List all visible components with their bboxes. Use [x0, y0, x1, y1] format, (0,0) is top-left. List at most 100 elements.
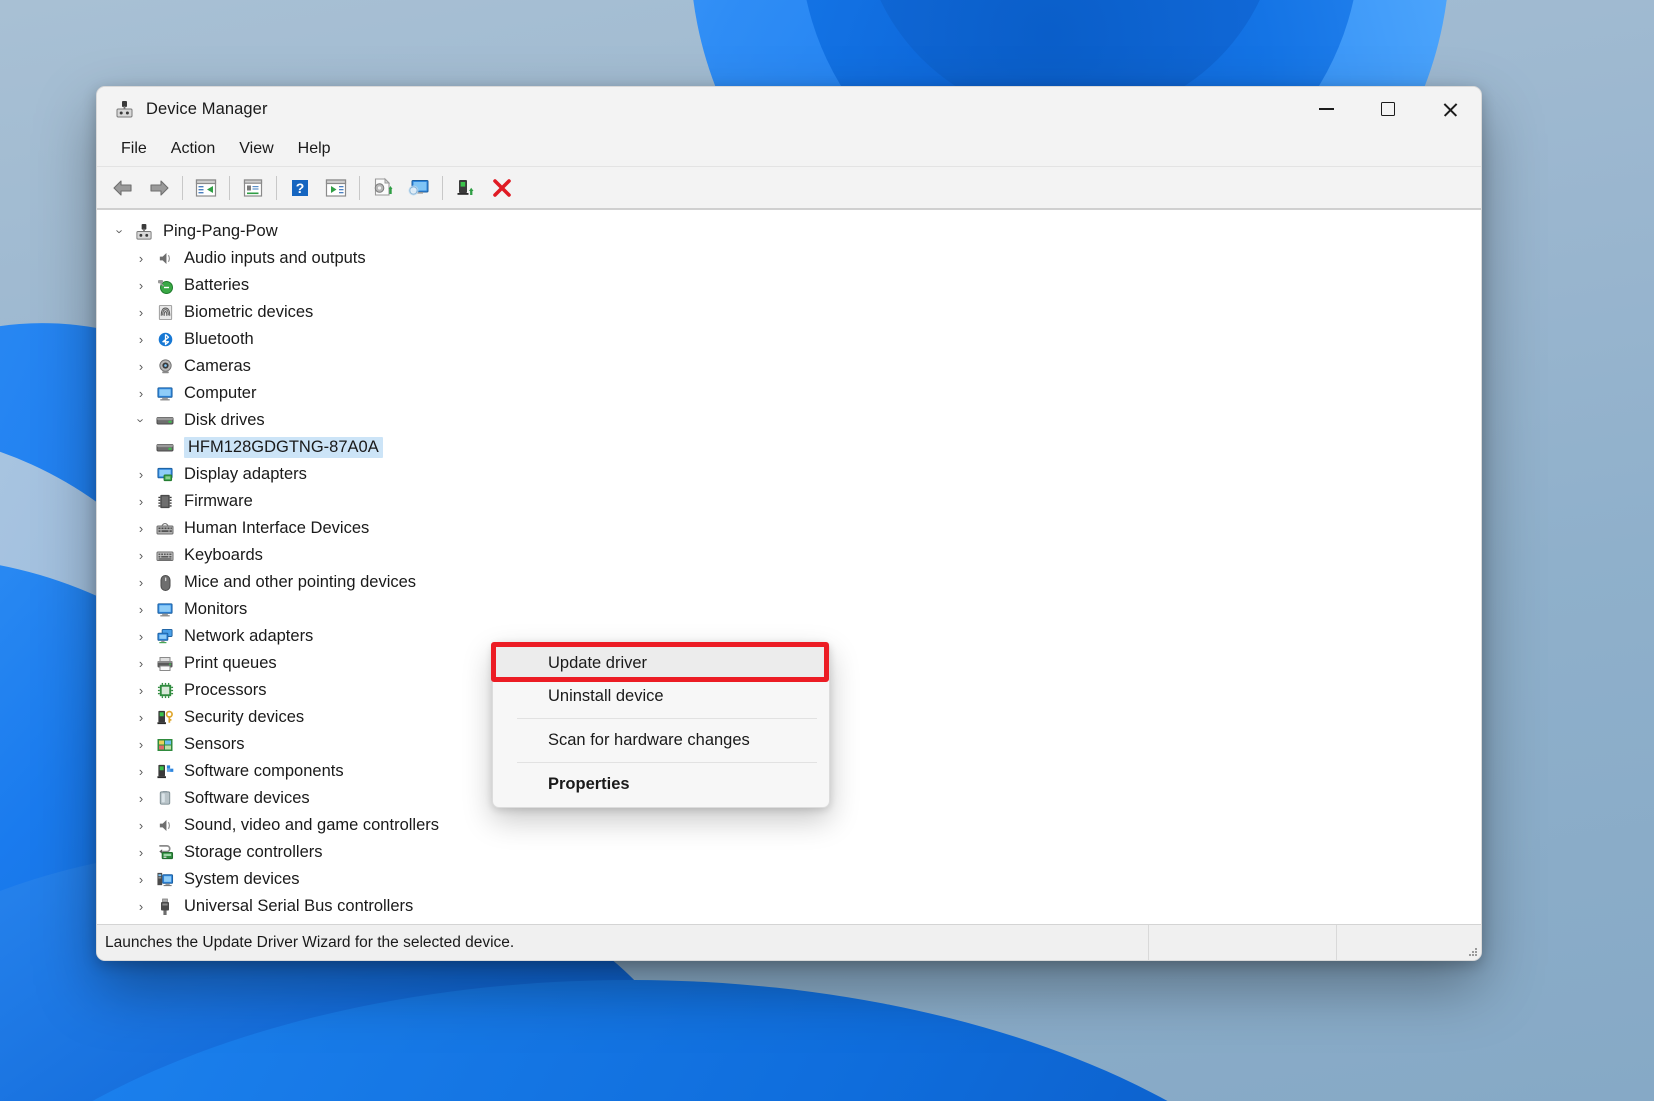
tree-node-label: Display adapters	[184, 465, 307, 484]
chevron-right-icon[interactable]: ›	[128, 873, 154, 886]
back-button[interactable]	[105, 171, 141, 205]
forward-arrow-icon	[150, 179, 169, 196]
chevron-right-icon[interactable]: ›	[128, 495, 154, 508]
help-button[interactable]: ?	[282, 171, 318, 205]
tree-node-label: HFM128GDGTNG-87A0A	[184, 436, 383, 459]
tree-node-system-devices[interactable]: › System devices	[97, 866, 1481, 893]
tree-node-biometric-devices[interactable]: › Biometric devices	[97, 299, 1481, 326]
tree-node-label: Computer	[184, 384, 257, 403]
tree-node-mice-and-other-pointing-devices[interactable]: › Mice and other pointing devices	[97, 569, 1481, 596]
tree-node-label: Software components	[184, 762, 344, 781]
chevron-right-icon[interactable]: ›	[128, 792, 154, 805]
chevron-right-icon[interactable]: ›	[128, 738, 154, 751]
disk-drive-icon	[154, 438, 176, 458]
chevron-right-icon[interactable]: ›	[128, 765, 154, 778]
tree-node-root[interactable]: › Ping-Pang-Pow	[97, 218, 1481, 245]
chevron-right-icon[interactable]: ›	[128, 549, 154, 562]
tree-node-label: Audio inputs and outputs	[184, 249, 366, 268]
tree-node-universal-serial-bus-controllers[interactable]: › Universal Serial Bus controllers	[97, 893, 1481, 920]
tree-node-label: Ping-Pang-Pow	[163, 222, 278, 241]
update-driver-icon	[374, 177, 393, 196]
back-arrow-icon	[113, 179, 132, 196]
wallpaper-petal-bottom	[0, 980, 1380, 1101]
chevron-right-icon[interactable]: ›	[128, 387, 154, 400]
tree-node-label: Security devices	[184, 708, 305, 727]
uninstall-device-button[interactable]	[484, 171, 520, 205]
menu-view[interactable]: View	[227, 136, 285, 162]
tree-node-sound-video-and-game-controllers[interactable]: › Sound, video and game controllers	[97, 812, 1481, 839]
properties-button[interactable]	[235, 171, 271, 205]
menu-help[interactable]: Help	[286, 136, 343, 162]
scan-hardware-icon	[325, 178, 347, 197]
chevron-right-icon[interactable]: ›	[128, 657, 154, 670]
maximize-button[interactable]	[1357, 87, 1419, 131]
device-tree: › Ping-Pang-Pow › Audio inputs and outpu…	[97, 210, 1481, 924]
chevron-right-icon[interactable]: ›	[128, 846, 154, 859]
chevron-right-icon[interactable]: ›	[128, 333, 154, 346]
properties-window-icon	[243, 178, 263, 197]
toolbar-separator	[229, 175, 230, 200]
context-menu-separator	[517, 762, 817, 763]
camera-icon	[154, 357, 176, 377]
fingerprint-icon	[154, 303, 176, 323]
chevron-right-icon[interactable]: ›	[128, 576, 154, 589]
scan-for-hardware-changes-button[interactable]	[318, 171, 354, 205]
chevron-right-icon[interactable]: ›	[128, 468, 154, 481]
chevron-right-icon[interactable]: ›	[128, 630, 154, 643]
chevron-right-icon[interactable]: ›	[128, 279, 154, 292]
tree-node-human-interface-devices[interactable]: › Human Interface Devices	[97, 515, 1481, 542]
chevron-down-icon[interactable]: ›	[128, 414, 154, 427]
chevron-right-icon[interactable]: ›	[128, 900, 154, 913]
tree-node-disk-drives[interactable]: › Disk drives	[97, 407, 1481, 434]
ctx-properties[interactable]: Properties	[493, 768, 829, 801]
disable-device-button[interactable]	[448, 171, 484, 205]
chevron-right-icon[interactable]: ›	[128, 711, 154, 724]
minimize-button[interactable]	[1295, 87, 1357, 131]
chevron-right-icon[interactable]: ›	[128, 252, 154, 265]
chevron-right-icon[interactable]: ›	[128, 819, 154, 832]
ctx-scan-for-hardware-changes[interactable]: Scan for hardware changes	[493, 724, 829, 757]
tree-node-monitors[interactable]: › Monitors	[97, 596, 1481, 623]
system-device-icon	[154, 870, 176, 890]
tree-node-hfm128gdgtng-87a0a[interactable]: HFM128GDGTNG-87A0A	[97, 434, 1481, 461]
tree-node-label: Mice and other pointing devices	[184, 573, 417, 592]
minimize-icon	[1318, 108, 1334, 110]
tree-node-audio-inputs-and-outputs[interactable]: › Audio inputs and outputs	[97, 245, 1481, 272]
tree-node-bluetooth[interactable]: › Bluetooth	[97, 326, 1481, 353]
menu-action[interactable]: Action	[159, 136, 227, 162]
chevron-right-icon[interactable]: ›	[128, 603, 154, 616]
hid-keyboard-icon	[154, 519, 176, 539]
tree-node-label: Network adapters	[184, 627, 314, 646]
device-tree-pane[interactable]: › Ping-Pang-Pow › Audio inputs and outpu…	[97, 209, 1481, 924]
chevron-right-icon[interactable]: ›	[128, 522, 154, 535]
chevron-right-icon[interactable]: ›	[128, 306, 154, 319]
resize-grip-icon[interactable]	[1466, 945, 1478, 957]
display-adapter-icon	[154, 465, 176, 485]
tree-node-label: Bluetooth	[184, 330, 254, 349]
tree-node-firmware[interactable]: › Firmware	[97, 488, 1481, 515]
tree-node-storage-controllers[interactable]: › Storage controllers	[97, 839, 1481, 866]
close-button[interactable]	[1419, 87, 1481, 131]
tree-node-batteries[interactable]: › Batteries	[97, 272, 1481, 299]
chevron-down-icon[interactable]: ›	[107, 225, 133, 238]
tree-node-label: Human Interface Devices	[184, 519, 370, 538]
forward-button[interactable]	[141, 171, 177, 205]
tree-node-label: Batteries	[184, 276, 250, 295]
chevron-right-icon[interactable]: ›	[128, 684, 154, 697]
tree-node-label: Print queues	[184, 654, 277, 673]
tree-node-keyboards[interactable]: › Keyboards	[97, 542, 1481, 569]
tree-node-usb-connector-managers[interactable]: › USB Connector Managers	[97, 920, 1481, 924]
ctx-uninstall-device[interactable]: Uninstall device	[493, 680, 829, 713]
speaker-icon	[154, 816, 176, 836]
update-driver-button[interactable]	[365, 171, 401, 205]
chevron-right-icon[interactable]: ›	[128, 360, 154, 373]
tree-node-display-adapters[interactable]: › Display adapters	[97, 461, 1481, 488]
enable-device-monitor-icon	[408, 180, 429, 196]
enable-device-button[interactable]	[401, 171, 437, 205]
tree-node-computer[interactable]: › Computer	[97, 380, 1481, 407]
show-hide-console-tree-button[interactable]	[188, 171, 224, 205]
tree-node-cameras[interactable]: › Cameras	[97, 353, 1481, 380]
menu-file[interactable]: File	[109, 136, 159, 162]
disk-drive-icon	[154, 411, 176, 431]
ctx-update-driver[interactable]: Update driver	[493, 647, 829, 680]
